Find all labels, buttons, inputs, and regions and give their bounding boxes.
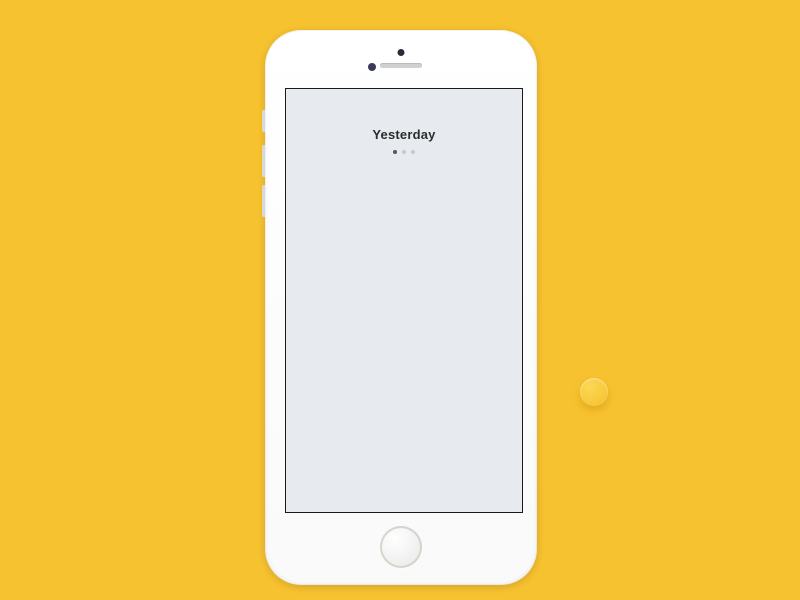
page-title: Yesterday bbox=[286, 127, 522, 142]
home-button[interactable] bbox=[380, 526, 422, 568]
page-dot-3[interactable] bbox=[411, 150, 415, 154]
front-camera-icon bbox=[398, 49, 405, 56]
decorative-circle-icon bbox=[580, 378, 608, 406]
page-dot-2[interactable] bbox=[402, 150, 406, 154]
phone-screen[interactable]: Yesterday bbox=[285, 88, 523, 513]
volume-up-button bbox=[262, 145, 265, 177]
phone-device-frame: Yesterday bbox=[265, 30, 537, 585]
page-dot-1[interactable] bbox=[393, 150, 397, 154]
phone-bezel: Yesterday bbox=[268, 33, 534, 582]
volume-down-button bbox=[262, 185, 265, 217]
proximity-sensor-icon bbox=[368, 63, 376, 71]
earpiece-speaker-icon bbox=[380, 63, 422, 68]
mute-switch bbox=[262, 110, 265, 132]
page-indicator[interactable] bbox=[286, 150, 522, 154]
